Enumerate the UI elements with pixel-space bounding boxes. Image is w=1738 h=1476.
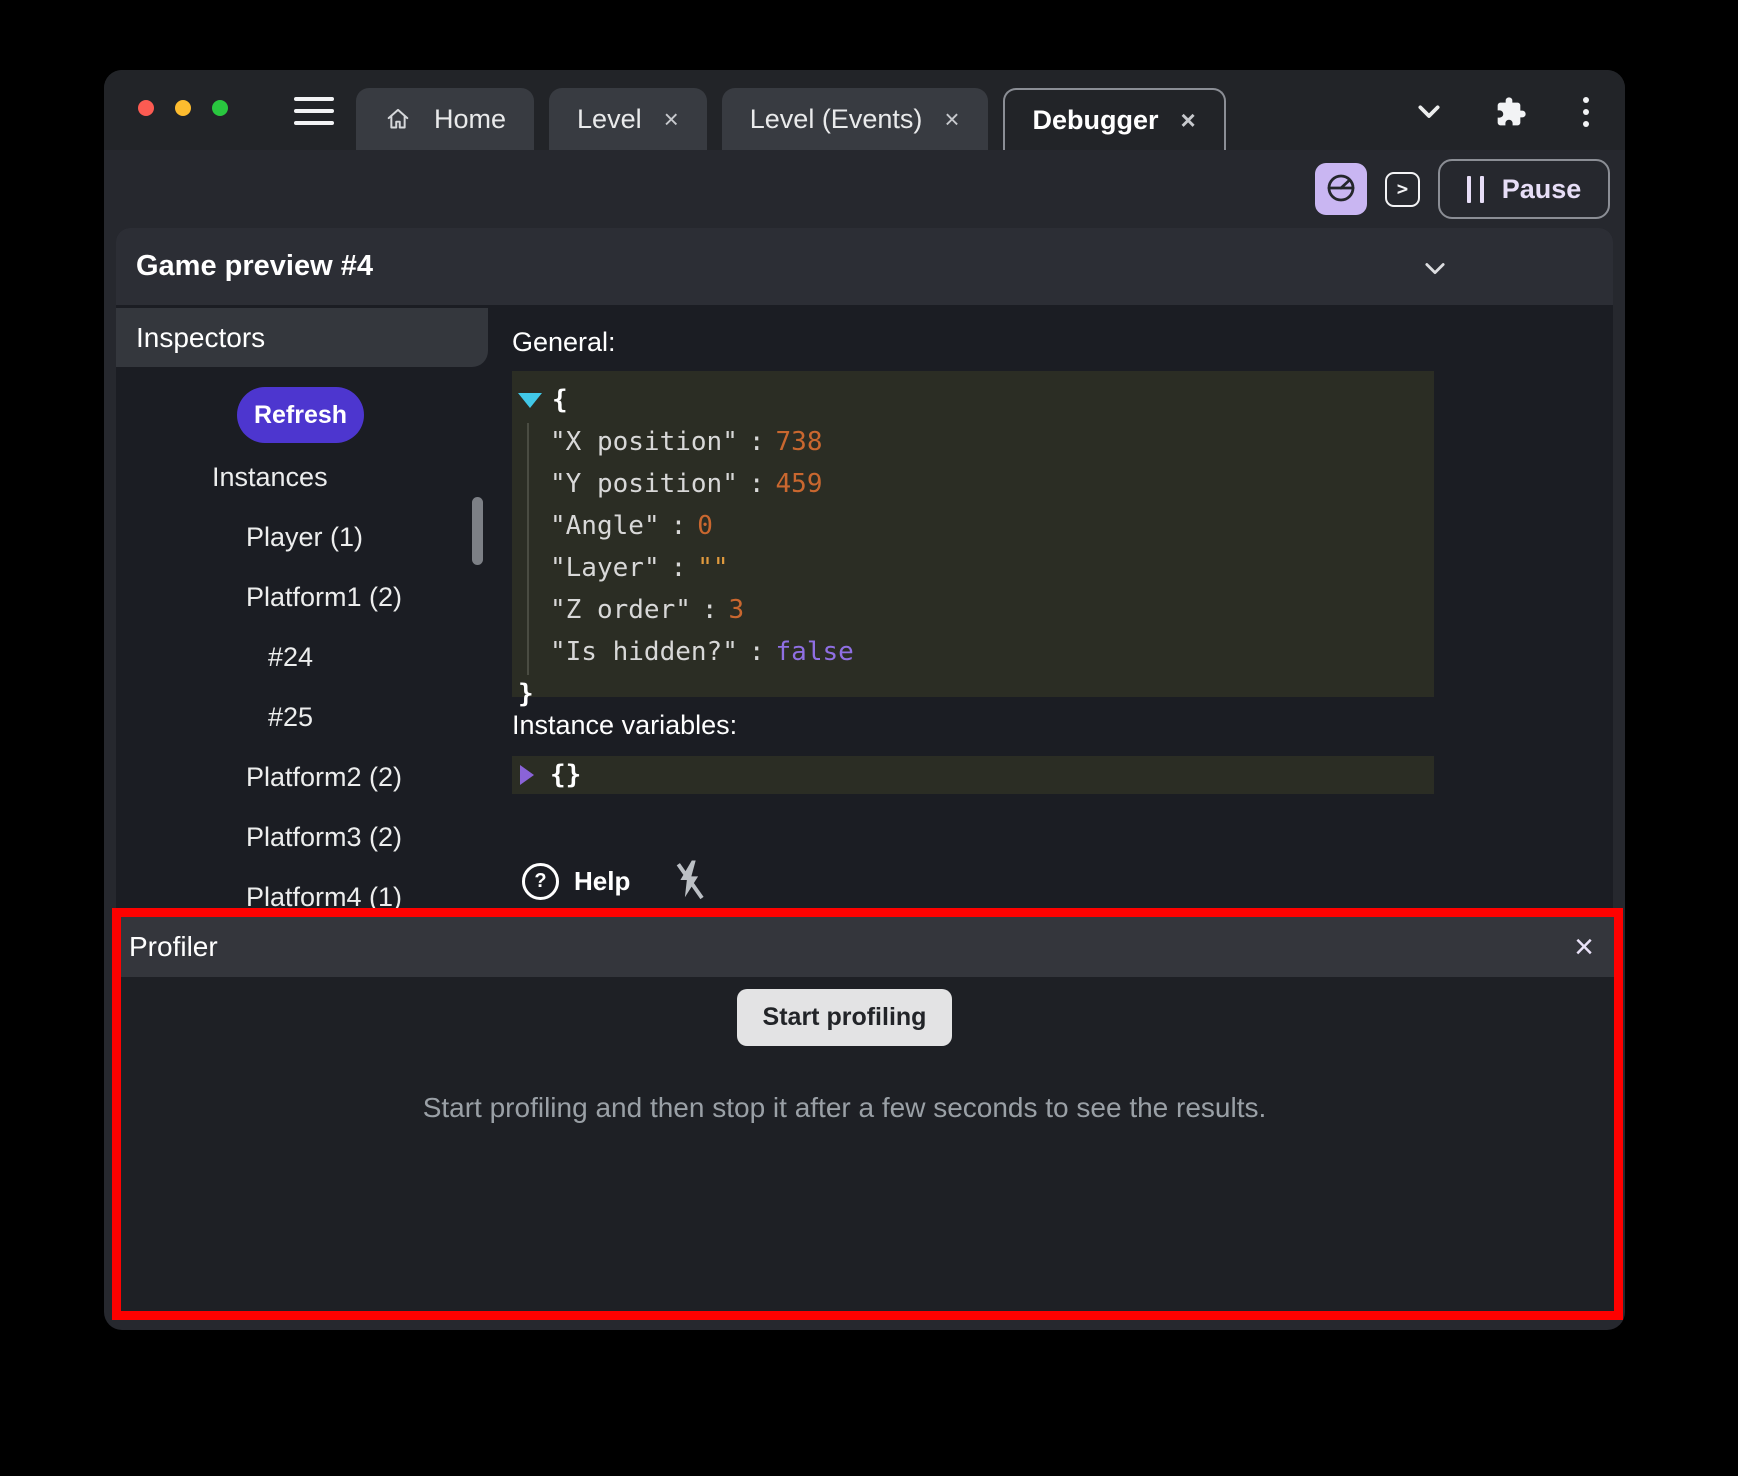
minimize-window-button[interactable] xyxy=(175,100,191,116)
window-controls xyxy=(138,100,228,116)
property-value: "" xyxy=(697,553,728,583)
kebab-menu-icon[interactable] xyxy=(1577,97,1595,127)
inspectors-header: Inspectors xyxy=(116,308,488,367)
debugger-toolbar: > Pause xyxy=(104,150,1625,228)
inspector-footer: ? Help xyxy=(516,856,714,907)
pause-icon xyxy=(1467,176,1484,203)
sidebar-scrollbar-thumb[interactable] xyxy=(472,497,483,565)
close-icon[interactable]: × xyxy=(944,106,959,132)
help-label: Help xyxy=(574,866,630,897)
general-json-view: { X position : 738 Y position : 459 Angl… xyxy=(512,371,1434,697)
profiler-panel: Profiler × Start profiling Start profili… xyxy=(121,917,1614,1311)
profiler-title: Profiler xyxy=(129,931,218,963)
menu-hamburger-icon[interactable] xyxy=(294,97,334,125)
tab-debugger[interactable]: Debugger × xyxy=(1003,88,1226,150)
game-preview-label: Game preview #4 xyxy=(136,250,373,283)
profiler-hint-text: Start profiling and then stop it after a… xyxy=(423,1092,1267,1124)
tab-label: Level xyxy=(577,104,642,135)
property-key: Z order xyxy=(550,595,691,625)
console-icon[interactable]: > xyxy=(1385,172,1420,207)
home-icon xyxy=(384,105,412,133)
close-icon[interactable]: × xyxy=(1181,107,1196,133)
collapse-triangle-icon[interactable] xyxy=(520,765,534,785)
expand-triangle-icon[interactable] xyxy=(518,393,542,408)
close-icon[interactable]: × xyxy=(664,106,679,132)
refresh-button[interactable]: Refresh xyxy=(237,387,364,443)
property-row: Is hidden? : false xyxy=(518,631,1434,673)
tab-label: Home xyxy=(434,104,506,135)
property-row: Layer : "" xyxy=(518,547,1434,589)
tree-item-platform3[interactable]: Platform3 (2) xyxy=(116,807,488,867)
start-profiling-button[interactable]: Start profiling xyxy=(737,989,953,1046)
property-row: Y position : 459 xyxy=(518,463,1434,505)
tree-item-player[interactable]: Player (1) xyxy=(116,507,488,567)
variables-json-view: {} xyxy=(512,756,1434,794)
title-tab-bar: Home Level × Level (Events) × Debugger × xyxy=(104,70,1625,150)
property-value: false xyxy=(776,637,854,667)
close-window-button[interactable] xyxy=(138,100,154,116)
tree-item-25[interactable]: #25 xyxy=(116,687,488,747)
tab-strip: Home Level × Level (Events) × Debugger × xyxy=(356,88,1226,150)
help-icon: ? xyxy=(522,863,559,900)
tree-item-platform1[interactable]: Platform1 (2) xyxy=(116,567,488,627)
profiler-toggle-button[interactable] xyxy=(1315,163,1367,215)
tree-item-24[interactable]: #24 xyxy=(116,627,488,687)
property-row: Angle : 0 xyxy=(518,505,1434,547)
flash-off-button[interactable] xyxy=(666,856,714,907)
close-icon[interactable]: × xyxy=(1574,930,1594,964)
extensions-puzzle-icon[interactable] xyxy=(1495,96,1527,128)
property-row: Z order : 3 xyxy=(518,589,1434,631)
property-row: X position : 738 xyxy=(518,421,1434,463)
property-key: Layer xyxy=(550,553,660,583)
tree-item-platform2[interactable]: Platform2 (2) xyxy=(116,747,488,807)
property-key: Y position xyxy=(550,469,738,499)
chevron-down-icon[interactable] xyxy=(1413,96,1445,128)
property-value: 459 xyxy=(776,469,823,499)
property-key: Angle xyxy=(550,511,660,541)
tab-label: Debugger xyxy=(1033,105,1159,136)
instance-variables-label: Instance variables: xyxy=(512,710,737,741)
close-brace: } xyxy=(518,679,534,709)
pause-button[interactable]: Pause xyxy=(1438,159,1610,219)
tab-label: Level (Events) xyxy=(750,104,923,135)
help-button[interactable]: ? Help xyxy=(516,862,636,901)
property-key: Is hidden? xyxy=(550,637,738,667)
game-preview-selector[interactable]: Game preview #4 xyxy=(116,228,1613,305)
general-section-label: General: xyxy=(512,327,616,358)
property-value: 3 xyxy=(729,595,745,625)
tab-home[interactable]: Home xyxy=(356,88,534,150)
pause-label: Pause xyxy=(1502,174,1582,205)
json-indent-guide xyxy=(527,423,529,675)
gauge-profiler-icon xyxy=(1324,171,1358,208)
open-brace: { xyxy=(552,385,568,415)
tree-item-instances[interactable]: Instances xyxy=(116,447,488,507)
property-key: X position xyxy=(550,427,738,457)
titlebar-right-icons xyxy=(1413,92,1595,132)
tab-level[interactable]: Level × xyxy=(549,88,707,150)
property-value: 0 xyxy=(697,511,713,541)
debugger-window: Home Level × Level (Events) × Debugger × xyxy=(104,70,1625,1330)
dropdown-chevron-icon[interactable] xyxy=(1421,254,1449,287)
profiler-header: Profiler × xyxy=(121,917,1614,977)
variables-value: {} xyxy=(550,760,581,790)
property-value: 738 xyxy=(776,427,823,457)
flash-off-icon xyxy=(672,857,708,906)
profiler-body: Start profiling Start profiling and then… xyxy=(121,977,1614,1311)
inspectors-tree: Instances Player (1) Platform1 (2) #24 #… xyxy=(116,447,488,927)
zoom-window-button[interactable] xyxy=(212,100,228,116)
tab-level-events[interactable]: Level (Events) × xyxy=(722,88,988,150)
